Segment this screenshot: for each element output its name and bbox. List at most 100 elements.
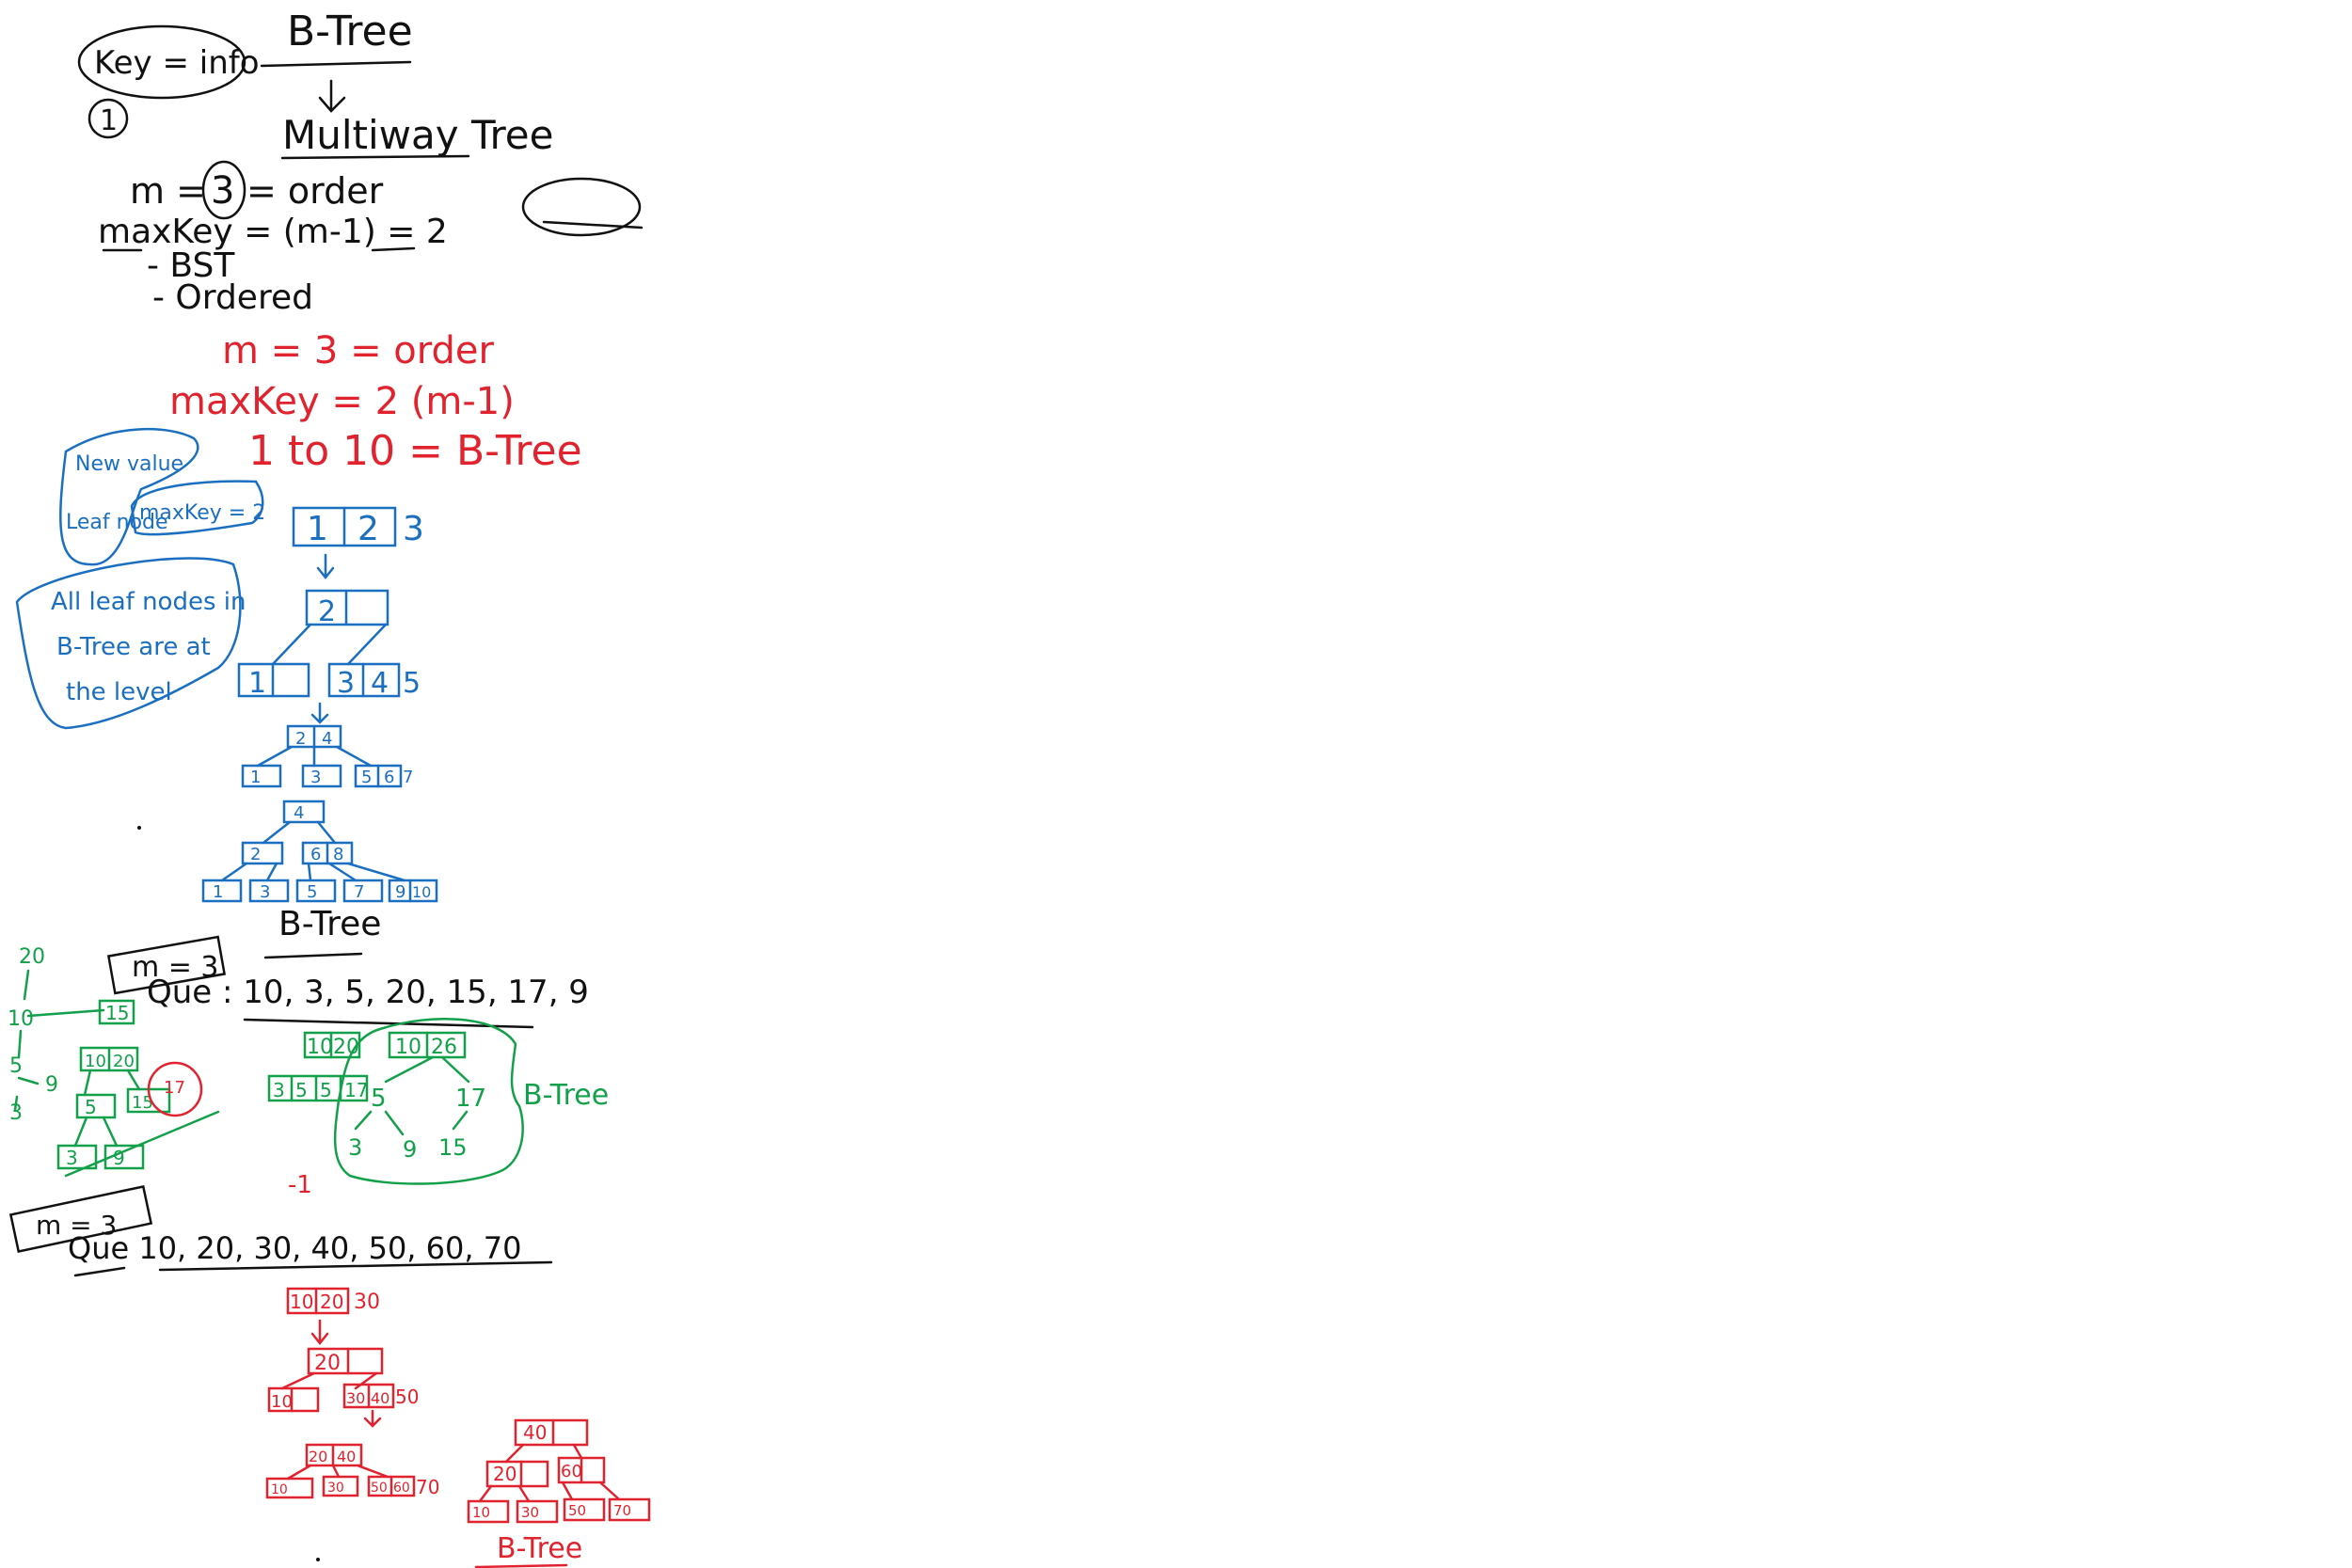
question1: m = 3 Que : 10, 3, 5, 20, 15, 17, 9 20 1… (8, 935, 609, 1185)
q2-final-leaf-key: 10 (472, 1504, 490, 1521)
q2-step3-root-key: 20 (309, 1448, 327, 1465)
blue-tree: 1 2 3 2 1 3 4 5 2 4 1 3 5 6 7 4 2 6 8 1 … (201, 506, 438, 959)
blue-step3-leaf-key: 5 (361, 768, 372, 787)
q2-sequence: Que 10, 20, 30, 40, 50, 60, 70 (68, 1230, 521, 1266)
blue-step1-key: 2 (358, 510, 379, 548)
q2-step3-root-key: 40 (337, 1448, 356, 1465)
blue-step3-root-key: 2 (295, 729, 306, 749)
blue-step4-edges (262, 820, 337, 845)
q2-step2-edges (280, 1371, 378, 1390)
q1-left-key: 20 (19, 945, 45, 969)
all-leaf-text-1: All leaf nodes in (51, 588, 246, 616)
blue-step1-key: 1 (307, 510, 328, 548)
q2-final-leaf-key: 50 (568, 1502, 586, 1519)
q1-left-key: 5 (85, 1096, 97, 1118)
q1-center-key: 15 (438, 1134, 468, 1161)
q2-step3-extra: 70 (416, 1476, 439, 1498)
q1-center-key: 5 (371, 1085, 387, 1113)
q2-final-edges (504, 1443, 583, 1464)
q2-step1-extra: 30 (354, 1291, 380, 1314)
m-equals: m = (130, 170, 206, 212)
blue-step4-leaf-key: 5 (307, 882, 317, 902)
q1-center-key: 3 (273, 1079, 285, 1101)
blue-step4-mid-key: 2 (250, 845, 261, 864)
q1-center-key: 26 (431, 1036, 457, 1059)
blue-step4-leaf-key: 10 (412, 883, 431, 901)
blue-step4-mid (241, 841, 284, 865)
blue-step4-leaf-key: 3 (260, 882, 270, 902)
blue-step3-leaf-key: 3 (310, 768, 321, 787)
blue-step2-edges (271, 623, 388, 666)
q1-left-key: 5 (9, 1054, 23, 1078)
q1-center-key: 5 (295, 1079, 308, 1101)
q1-left-key: 9 (113, 1147, 125, 1169)
q2-step2-extra: 50 (395, 1386, 419, 1408)
blue-step4-leaf-edges (220, 862, 406, 882)
maxkey-line: maxKey = (m-1) = 2 (98, 213, 448, 251)
q2-final-leaf-key: 30 (521, 1504, 539, 1521)
q1-left-key: 10 (8, 1007, 34, 1031)
q1-center-key: 9 (403, 1136, 417, 1163)
q2-arrow-2 (363, 1409, 382, 1428)
stray-dot (137, 826, 141, 830)
new-value-bubble (59, 428, 199, 566)
q2-final-mid-key: 60 (561, 1462, 582, 1481)
q1-tree-label: B-Tree (523, 1079, 609, 1112)
q2-step3-leaf-key: 10 (271, 1482, 288, 1497)
ordered-line: - Ordered (152, 278, 313, 317)
q1-left-key: 3 (66, 1147, 78, 1169)
all-leaf-text-3: the level (66, 678, 172, 706)
blue-step2-extra: 5 (403, 667, 421, 700)
q1-center-key: 3 (348, 1134, 362, 1161)
blue-tree-label: B-Tree (278, 905, 381, 943)
q2-step2-root-key: 20 (314, 1352, 341, 1375)
blue-step2-left-key: 1 (248, 667, 266, 700)
blue-step4-mid-key: 8 (333, 845, 343, 864)
blue-step3-root-key: 4 (322, 729, 332, 749)
red-m-order: m = 3 = order (222, 329, 495, 372)
blue-step3-extra: 7 (403, 768, 413, 787)
q1-center-key: 5 (320, 1079, 332, 1101)
red-maxkey: maxKey = 2 (m-1) (169, 380, 515, 423)
blue-step4-leaf-key: 1 (213, 882, 223, 902)
q2-tree-label: B-Tree (497, 1532, 582, 1565)
blue-step1-extra: 3 (403, 510, 424, 548)
q1-center-key: 17 (344, 1079, 368, 1101)
blue-step3-leaf-key: 1 (250, 768, 261, 787)
multiway-text: Multiway Tree (282, 112, 553, 158)
q2-step2-right-key: 40 (371, 1389, 389, 1407)
down-arrow (318, 79, 346, 113)
blue-step4-mid-key: 6 (310, 845, 321, 864)
q1-left-key: 15 (105, 1002, 129, 1024)
q2-final-leaf-key: 70 (613, 1502, 631, 1519)
blue-arrow-1 (316, 553, 335, 580)
red-notes: m = 3 = order maxKey = 2 (m-1) 1 to 10 =… (169, 329, 582, 475)
blue-tree-label-underline (263, 952, 363, 959)
q2-step3-leaf-key: 50 (371, 1481, 388, 1496)
m-value: 3 (211, 169, 234, 213)
q2-step3-leaf-key: 30 (327, 1481, 344, 1496)
blue-step2-root-key: 2 (318, 595, 336, 628)
blue-step3-leaf (241, 764, 282, 788)
stray-dot (316, 1558, 320, 1561)
whiteboard-canvas: Key = info 1 B-Tree Multiway Tree m = 3 … (8, 8, 651, 1568)
q2-step2-right-key: 30 (346, 1389, 365, 1407)
circle-one-text: 1 (100, 104, 118, 137)
q2-step3-leaf-key: 60 (393, 1481, 410, 1496)
q1-center-key: 10 (395, 1036, 421, 1059)
q1-left-key: 20 (113, 1052, 135, 1071)
q1-center-tree: 10 20 10 26 3 5 5 17 5 17 3 9 15 B-Tree (267, 1017, 609, 1185)
q1-left-key: 9 (45, 1073, 58, 1097)
header-notes: Key = info 1 B-Tree Multiway Tree m = 3 … (77, 8, 644, 317)
q1-center-key: 10 (307, 1036, 333, 1059)
q2-final-root-key: 40 (523, 1421, 547, 1444)
blue-step3-leaf-key: 6 (384, 768, 394, 787)
m-order: = order (246, 170, 384, 212)
key-info-text: Key = info (94, 44, 260, 82)
q2-step1-key: 10 (290, 1291, 313, 1313)
btree-title-underline (260, 60, 412, 68)
new-value-text: New value (75, 452, 183, 476)
q1-left-edges (83, 1069, 141, 1097)
q1-sequence: Que : 10, 3, 5, 20, 15, 17, 9 (147, 974, 589, 1011)
q2-tree-label-underline (474, 1563, 568, 1568)
